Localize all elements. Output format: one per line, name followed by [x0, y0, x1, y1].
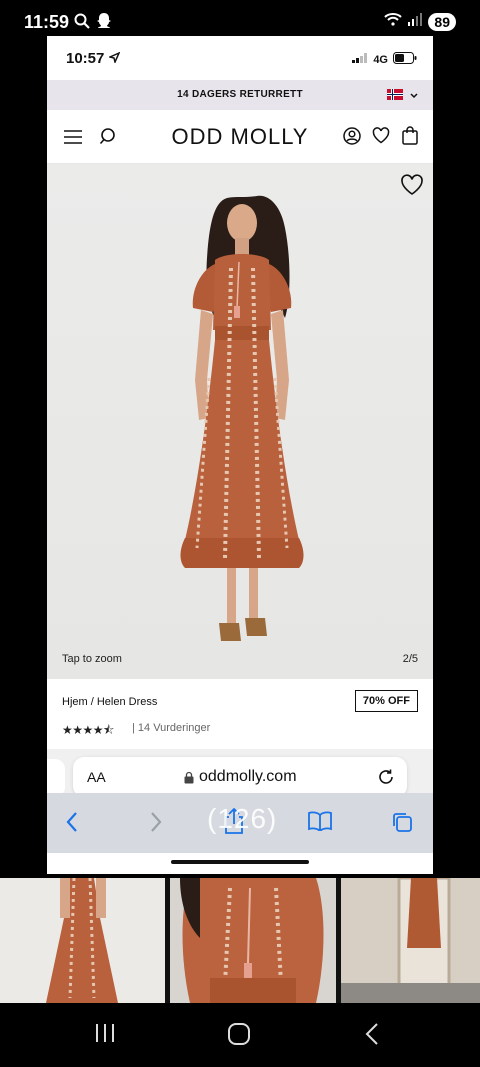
- url-text[interactable]: oddmolly.com: [199, 768, 297, 786]
- location-arrow-icon: [107, 50, 121, 67]
- rating-stars[interactable]: ★★★★⯪: [62, 721, 114, 742]
- account-icon[interactable]: [343, 127, 361, 150]
- bag-icon[interactable]: [402, 126, 418, 150]
- reader-aa-button[interactable]: AA: [87, 769, 106, 785]
- battery-level: 89: [428, 12, 456, 31]
- android-status-right: 89: [384, 12, 456, 31]
- recents-icon[interactable]: [94, 1022, 116, 1049]
- review-count[interactable]: | 14 Vurderinger: [132, 722, 210, 734]
- lock-icon: [184, 771, 194, 789]
- site-header: ODD MOLLY: [47, 110, 433, 164]
- previous-tab-edge[interactable]: [47, 759, 65, 797]
- home-icon[interactable]: [227, 1022, 251, 1051]
- ios-time: 10:57: [66, 50, 105, 67]
- phone-screen: 10:57 4G 14 DAGERS RETURRETT ODD MOLLY T…: [47, 36, 433, 874]
- product-image[interactable]: Tap to zoom 2/5: [47, 164, 433, 679]
- breadcrumb[interactable]: Hjem / Helen Dress: [62, 696, 157, 708]
- battery-icon: [393, 52, 417, 67]
- ios-status-right: 4G: [352, 52, 417, 67]
- thumbnail-bodice-detail[interactable]: [170, 878, 336, 1003]
- search-icon: [74, 13, 90, 34]
- reload-icon[interactable]: [377, 768, 395, 791]
- back-icon[interactable]: [65, 811, 79, 838]
- promo-banner: 14 DAGERS RETURRETT: [47, 80, 433, 110]
- ios-status-bar: 10:57 4G: [47, 36, 433, 80]
- cell-signal-icon: [352, 53, 368, 66]
- address-bar[interactable]: AA oddmolly.com: [73, 757, 407, 797]
- tap-to-zoom-hint: Tap to zoom: [62, 653, 122, 665]
- back-icon[interactable]: [364, 1022, 380, 1051]
- bookmarks-icon[interactable]: [307, 811, 333, 836]
- aa-label: AA: [87, 769, 106, 785]
- snapchat-icon: [96, 12, 112, 34]
- image-pager: 2/5: [402, 653, 418, 665]
- forward-icon[interactable]: [149, 811, 163, 838]
- norway-flag-icon[interactable]: [387, 89, 403, 100]
- wishlist-icon[interactable]: [372, 127, 390, 149]
- image-thumbnail-strip: [0, 878, 480, 1003]
- signal-icon: [408, 12, 423, 31]
- promo-banner-text: 14 DAGERS RETURRETT: [177, 89, 303, 100]
- product-info: Hjem / Helen Dress 70% OFF ★★★★⯪ | 14 Vu…: [47, 679, 433, 749]
- thumbnail-full-dress[interactable]: [0, 878, 165, 1003]
- chevron-down-icon[interactable]: [409, 88, 419, 106]
- home-indicator-area: [47, 853, 433, 874]
- discount-badge: 70% OFF: [354, 690, 418, 712]
- thumbnail-mirror-photo[interactable]: [341, 878, 480, 1003]
- overlay-count-text: (126): [207, 803, 278, 834]
- wifi-icon: [384, 12, 403, 31]
- home-indicator[interactable]: [171, 860, 309, 864]
- android-clock: 11:59: [24, 12, 70, 32]
- android-navigation-bar: [0, 1003, 480, 1067]
- model-wearing-dress-image: [180, 195, 304, 641]
- tabs-icon[interactable]: [391, 811, 413, 838]
- safari-toolbar: (126): [47, 793, 433, 853]
- network-type: 4G: [373, 53, 388, 66]
- ios-clock: 10:57: [66, 50, 121, 67]
- add-to-favorites-heart-icon[interactable]: [400, 174, 424, 201]
